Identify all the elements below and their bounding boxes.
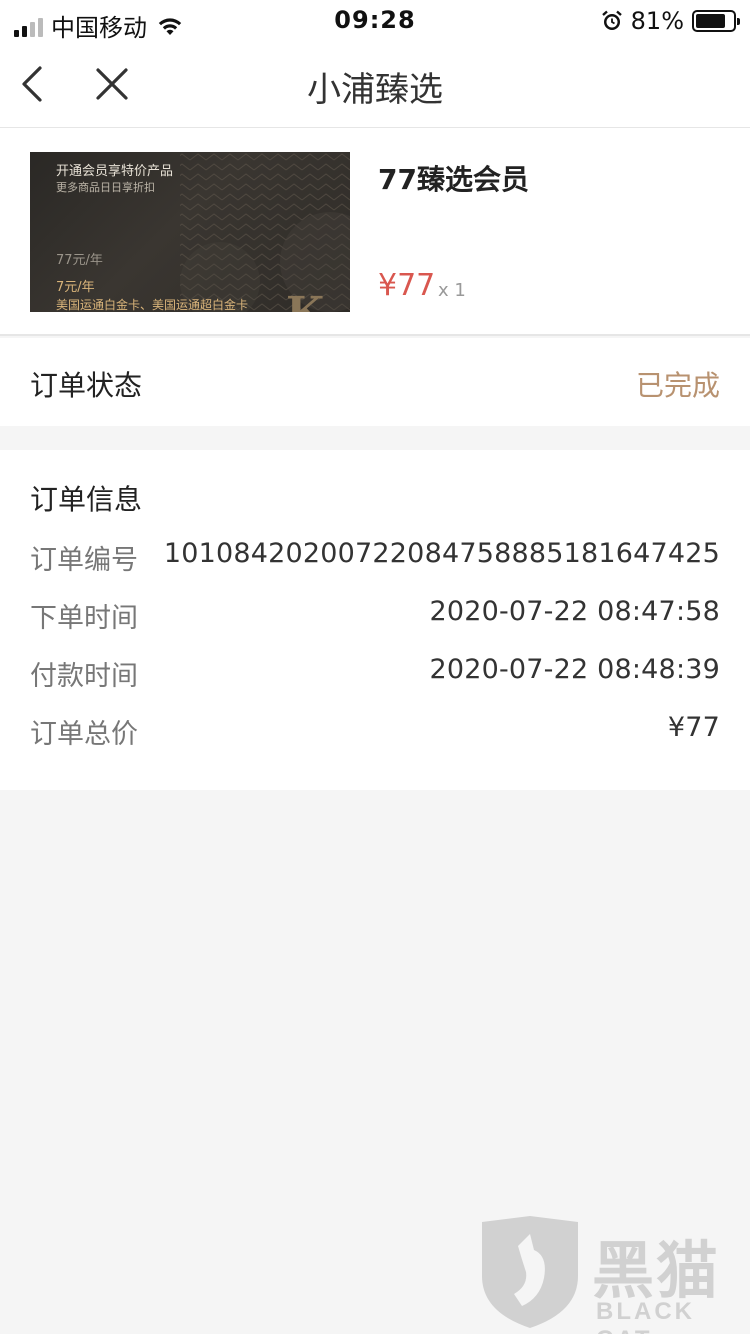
order-time-row: 下单时间 2020-07-22 08:47:58 [30, 596, 720, 636]
product-name: 77臻选会员 [378, 163, 529, 196]
image-text-subline: 更多商品日日享折扣 [56, 181, 155, 194]
image-text-original-price: 77元/年 [56, 253, 103, 268]
order-time-value: 2020-07-22 08:47:58 [429, 596, 720, 627]
info-key: 下单时间 [30, 603, 138, 634]
order-info-card: 订单信息 订单编号 101084202007220847588851816474… [0, 450, 750, 790]
watermark-en: BLACK CAT [596, 1298, 695, 1334]
image-logo: K [286, 288, 324, 312]
cat-shield-icon [482, 1216, 578, 1328]
image-text-cards: 美国运通白金卡、美国运通超白金卡 [56, 298, 249, 312]
page-title: 小浦臻选 [307, 70, 443, 110]
order-number-value: 10108420200722084758885181647425 [163, 538, 720, 569]
battery-icon [692, 10, 740, 32]
battery-level [696, 14, 726, 28]
product-image: 开通会员享特价产品 更多商品日日享折扣 77元/年 7元/年 美国运通白金卡、美… [30, 152, 350, 312]
order-status-label: 订单状态 [30, 369, 143, 402]
watermark-cn: 黑猫 [592, 1234, 721, 1307]
status-right: 81% [601, 7, 740, 35]
status-bar: 中国移动 09:28 81% [0, 0, 750, 42]
info-key: 订单编号 [30, 545, 138, 576]
order-total-row: 订单总价 ¥77 [30, 712, 720, 752]
black-cat-watermark: 黑猫 BLACK CAT [478, 1216, 750, 1334]
order-info-title: 订单信息 [30, 483, 143, 516]
payment-time-value: 2020-07-22 08:48:39 [429, 654, 720, 685]
product-price: ¥77 [378, 268, 436, 303]
info-key: 付款时间 [30, 661, 138, 692]
nav-bar: 小浦臻选 [0, 40, 750, 128]
alarm-icon [601, 10, 622, 30]
order-status-value: 已完成 [635, 369, 720, 402]
image-text-price: 7元/年 [56, 280, 95, 295]
info-key: 订单总价 [30, 719, 138, 750]
image-text-headline: 开通会员享特价产品 [56, 164, 174, 179]
battery-percent: 81% [630, 7, 684, 35]
payment-time-row: 付款时间 2020-07-22 08:48:39 [30, 654, 720, 694]
product-quantity: x 1 [438, 280, 466, 301]
order-total-value: ¥77 [667, 712, 720, 743]
order-status-row: 订单状态 已完成 [0, 338, 750, 426]
product-card[interactable]: 开通会员享特价产品 更多商品日日享折扣 77元/年 7元/年 美国运通白金卡、美… [0, 128, 750, 336]
order-number-row: 订单编号 10108420200722084758885181647425 [30, 538, 720, 578]
